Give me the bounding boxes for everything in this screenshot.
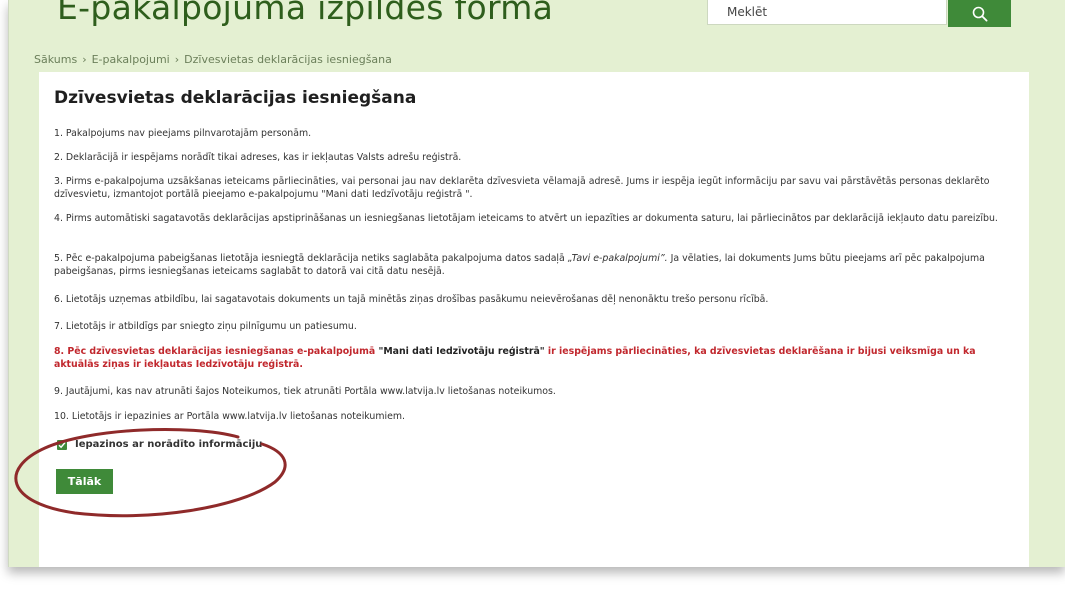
term-item-4: 4. Pirms automātiski sagatavotās deklarā… bbox=[54, 213, 998, 224]
content-panel: Dzīvesvietas deklarācijas iesniegšana 1.… bbox=[39, 72, 1029, 567]
term-item-7: 7. Lietotājs ir atbildīgs par sniegto zi… bbox=[54, 321, 357, 332]
page-title: E-pakalpojuma izpildes forma bbox=[57, 0, 554, 27]
term-item-8-start: 8. Pēc dzīvesvietas deklarācijas iesnieg… bbox=[54, 346, 379, 357]
term-item-1: 1. Pakalpojums nav pieejams pilnvarotajā… bbox=[54, 128, 312, 139]
breadcrumb: Sākums › E-pakalpojumi › Dzīvesvietas deklar… bbox=[34, 53, 392, 66]
term-item-10: 10. Lietotājs ir iepazinies ar Portāla w… bbox=[54, 411, 405, 422]
next-button[interactable]: Tālāk bbox=[56, 469, 113, 494]
term-item-2: 2. Deklarācijā ir iespējams norādīt tika… bbox=[54, 152, 462, 163]
breadcrumb-e-services[interactable]: E-pakalpojumi bbox=[92, 53, 170, 66]
breadcrumb-separator: › bbox=[174, 53, 180, 66]
breadcrumb-home[interactable]: Sākums bbox=[34, 53, 77, 66]
term-item-3: 3. Pirms e-pakalpojuma uzsākšanas ieteic… bbox=[54, 176, 990, 200]
search-icon bbox=[972, 6, 988, 22]
breadcrumb-separator: › bbox=[82, 53, 87, 66]
consent-row[interactable]: Iepazinos ar norādīto informāciju bbox=[57, 439, 262, 450]
term-item-5: 5. Pēc e-pakalpojuma pabeigšanas lietotā… bbox=[54, 252, 1014, 278]
service-title: Dzīvesvietas deklarācijas iesniegšana bbox=[54, 88, 417, 108]
search-placeholder: Meklēt bbox=[727, 5, 768, 19]
term-item-5-start: 5. Pēc e-pakalpojuma pabeigšanas lietotā… bbox=[54, 253, 568, 264]
term-item-5-section-name: „Tavi e-pakalpojumi”. bbox=[567, 253, 668, 264]
breadcrumb-current: Dzīvesvietas deklarācijas iesniegšana bbox=[184, 53, 392, 66]
browser-page: E-pakalpojuma izpildes forma Meklēt Sāku… bbox=[8, 0, 1065, 567]
consent-label[interactable]: Iepazinos ar norādīto informāciju bbox=[75, 439, 262, 450]
search-input[interactable]: Meklēt bbox=[707, 0, 947, 25]
consent-checkbox[interactable] bbox=[57, 439, 67, 450]
checkmark-icon bbox=[58, 441, 66, 448]
term-item-9: 9. Jautājumi, kas nav atrunāti šajos Not… bbox=[54, 386, 556, 397]
term-item-8: 8. Pēc dzīvesvietas deklarācijas iesnieg… bbox=[54, 345, 1014, 371]
term-item-6: 6. Lietotājs uzņemas atbildību, lai saga… bbox=[54, 294, 769, 305]
term-item-8-service-name: "Mani dati Iedzīvotāju reģistrā" bbox=[378, 346, 545, 357]
search-button[interactable] bbox=[948, 0, 1011, 27]
